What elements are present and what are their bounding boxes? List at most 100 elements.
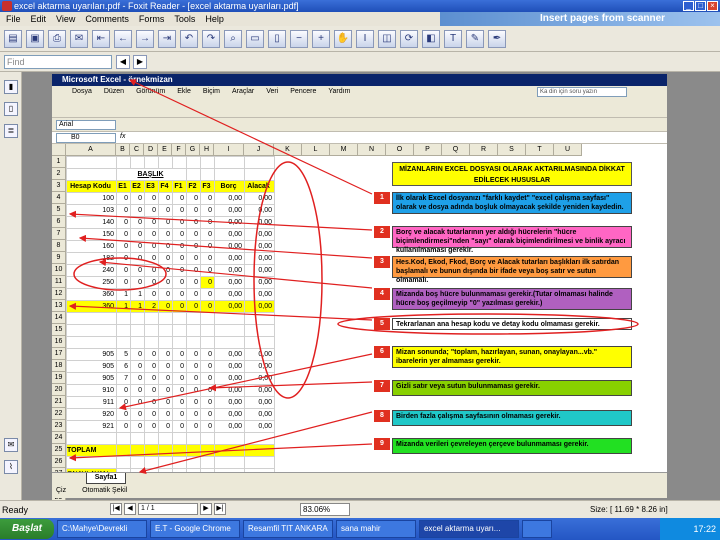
column-header: M: [330, 144, 358, 156]
table-cell: 0: [200, 384, 215, 397]
table-row: [66, 312, 275, 325]
column-header: G: [186, 144, 200, 156]
table-cell: 0: [172, 420, 187, 433]
email-icon[interactable]: ✉: [70, 29, 88, 48]
bookmarks-icon[interactable]: ▮: [4, 80, 18, 94]
fit-page-icon[interactable]: ▭: [246, 29, 264, 48]
table-cell: 0: [158, 360, 173, 373]
prev-page-button[interactable]: ◀: [124, 503, 136, 515]
hand-tool-icon[interactable]: ✋: [334, 29, 352, 48]
table-row: 240 0 0 0 0 0 0 0 0,00 0,00: [66, 264, 275, 277]
table-cell: 240: [66, 264, 117, 277]
menu-view[interactable]: View: [56, 14, 75, 24]
menu-forms[interactable]: Forms: [139, 14, 165, 24]
taskbar-item[interactable]: Resamfil TIT ANKARA: [243, 520, 333, 538]
table-cell: 0: [158, 192, 173, 205]
next-page-button[interactable]: ▶: [200, 503, 212, 515]
sheet-tabs: Sayfa1: [52, 472, 667, 484]
undo-icon[interactable]: ↶: [180, 29, 198, 48]
table-cell: 0: [186, 372, 201, 385]
taskbar-item[interactable]: [522, 520, 552, 538]
table-cell: 0: [172, 300, 187, 313]
note-icon[interactable]: ✎: [466, 29, 484, 48]
table-cell: 0: [200, 420, 215, 433]
attachments-icon[interactable]: ⌇: [4, 460, 18, 474]
table-cell: [214, 324, 245, 337]
table-cell: [130, 336, 145, 349]
table-row: 905 7 0 0 0 0 0 0 0,00 0,00: [66, 372, 275, 385]
first-page-button[interactable]: |◀: [110, 503, 122, 515]
snapshot-icon[interactable]: ◫: [378, 29, 396, 48]
taskbar-item[interactable]: C:\Mahye\Devrekli: [57, 520, 147, 538]
taskbar-item[interactable]: E.T - Google Chrome: [150, 520, 240, 538]
table-cell: [116, 324, 131, 337]
select-text-icon[interactable]: I: [356, 29, 374, 48]
excel-menu-item: Araçlar: [232, 88, 255, 95]
table-cell: 0: [186, 276, 201, 289]
maximize-icon[interactable]: □: [695, 1, 706, 11]
pager: |◀ ◀ 1 / 1 ▶ ▶|: [110, 503, 226, 515]
table-cell: 0: [116, 276, 131, 289]
table-cell: 0: [130, 396, 145, 409]
note-box: Gizli satır veya sutun bulunmaması gerek…: [392, 380, 632, 396]
rotate-icon[interactable]: ⟳: [400, 29, 418, 48]
excel-menu-item: Dosya: [72, 88, 92, 95]
table-cell: [200, 444, 215, 457]
column-header: C: [130, 144, 144, 156]
table-cell: [66, 456, 117, 469]
scanner-banner[interactable]: Insert pages from scanner: [440, 12, 720, 26]
save-icon[interactable]: ▣: [26, 29, 44, 48]
menu-help[interactable]: Help: [205, 14, 224, 24]
prev-page-icon[interactable]: ←: [114, 29, 132, 48]
table-cell: [214, 456, 245, 469]
table-cell: 0: [200, 240, 215, 253]
pen-icon[interactable]: ✒: [488, 29, 506, 48]
typewriter-icon[interactable]: T: [444, 29, 462, 48]
next-page-icon[interactable]: →: [136, 29, 154, 48]
last-page-button[interactable]: ▶|: [214, 503, 226, 515]
table-cell: 0: [186, 264, 201, 277]
redo-icon[interactable]: ↷: [202, 29, 220, 48]
layers-icon[interactable]: ≣: [4, 124, 18, 138]
find-next-icon[interactable]: ▶: [133, 55, 147, 69]
start-button[interactable]: Başlat: [0, 519, 54, 539]
document-area[interactable]: Microsoft Excel - örnekmizan Dosya Düzen…: [22, 72, 720, 540]
menu-comments[interactable]: Comments: [85, 14, 129, 24]
table-cell: 1: [130, 300, 145, 313]
page-number-input[interactable]: 1 / 1: [138, 503, 198, 515]
pages-icon[interactable]: ▯: [4, 102, 18, 116]
table-row: 905 5 0 0 0 0 0 0 0,00 0,00: [66, 348, 275, 361]
taskbar-item-active[interactable]: excel aktarma uyarı...: [419, 520, 519, 538]
book-icon[interactable]: ◧: [422, 29, 440, 48]
table-cell: [158, 312, 173, 325]
taskbar-item[interactable]: sana mahir: [336, 520, 416, 538]
find-input[interactable]: Find: [4, 55, 112, 69]
table-cell: 0: [116, 420, 131, 433]
table-cell: [116, 456, 131, 469]
zoom-input[interactable]: 83.06%: [300, 503, 350, 516]
zoom-in-icon[interactable]: +: [312, 29, 330, 48]
excel-menu-item: Pencere: [290, 88, 317, 95]
column-header: E: [158, 144, 172, 156]
menu-edit[interactable]: Edit: [31, 14, 47, 24]
last-page-icon[interactable]: ⇥: [158, 29, 176, 48]
table-cell: 360: [66, 300, 117, 313]
table-cell: 0: [158, 252, 173, 265]
minimize-icon[interactable]: _: [683, 1, 694, 11]
excel-help-box: Ka din için soru yazın: [537, 87, 627, 97]
table-cell: 0: [144, 252, 159, 265]
menu-file[interactable]: File: [6, 14, 21, 24]
comments-panel-icon[interactable]: ✉: [4, 438, 18, 452]
table-cell: 182: [66, 252, 117, 265]
fit-width-icon[interactable]: ▯: [268, 29, 286, 48]
menu-tools[interactable]: Tools: [174, 14, 195, 24]
first-page-icon[interactable]: ⇤: [92, 29, 110, 48]
open-icon[interactable]: ▤: [4, 29, 22, 48]
table-cell: [116, 156, 131, 169]
find-prev-icon[interactable]: ◀: [116, 55, 130, 69]
zoom-icon[interactable]: ⌕: [224, 29, 242, 48]
zoom-out-icon[interactable]: −: [290, 29, 308, 48]
print-icon[interactable]: ⎙: [48, 29, 66, 48]
table-cell: 0,00: [214, 396, 245, 409]
close-icon[interactable]: ×: [707, 1, 718, 11]
